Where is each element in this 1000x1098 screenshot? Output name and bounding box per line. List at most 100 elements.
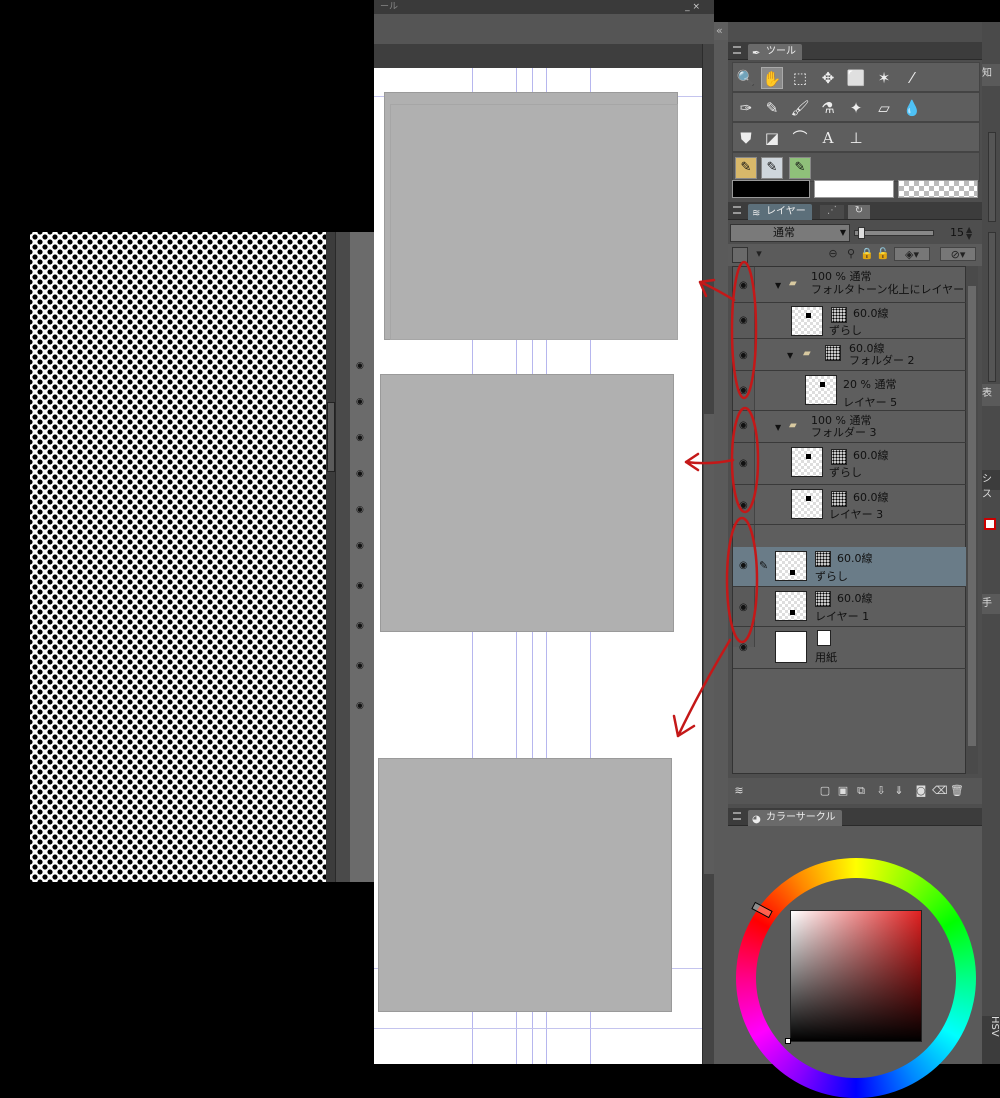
hsv-tab[interactable]: HSV bbox=[982, 1016, 1000, 1064]
layer-scrollbar[interactable] bbox=[966, 266, 978, 774]
ruler-toggle-icon[interactable]: ⊘▾ bbox=[940, 247, 976, 261]
layer-row-selected[interactable]: ◉ ✎ 60.0線 ずらし bbox=[733, 547, 967, 587]
new-raster-layer-icon[interactable]: ▢ bbox=[818, 784, 832, 798]
saturation-value-square[interactable] bbox=[790, 910, 922, 1042]
pen-tool-icon[interactable]: ✑ bbox=[735, 97, 757, 119]
opacity-value[interactable]: 15 bbox=[936, 224, 964, 242]
layer-row[interactable]: ◉ 20 % 通常 レイヤー 5 bbox=[733, 371, 967, 411]
secondary-scroll-thumb[interactable] bbox=[327, 402, 335, 472]
eye-icon[interactable]: ◉ bbox=[356, 702, 368, 711]
transparent-color-swatch[interactable] bbox=[898, 180, 978, 198]
zoom-tool-icon[interactable]: 🔍 bbox=[735, 67, 757, 89]
pencil-tool-icon[interactable]: ✎ bbox=[761, 97, 783, 119]
eye-icon[interactable]: ◉ bbox=[356, 542, 368, 551]
layer-row[interactable]: ◉ 60.0線 レイヤー 3 bbox=[733, 485, 967, 525]
chevron-down-icon[interactable]: ▾ bbox=[752, 247, 766, 261]
figure-tool-icon[interactable]: ⌒ bbox=[789, 127, 811, 149]
layer-row[interactable]: ◉ ▼ ▰ 100 % 通常 フォルタトーン化上にレイヤー bbox=[733, 267, 967, 303]
blend-mode-select[interactable]: 通常 ▼ bbox=[730, 224, 850, 242]
eye-icon[interactable]: ◉ bbox=[356, 662, 368, 671]
layer-row[interactable]: ◉ 60.0線 ずらし bbox=[733, 443, 967, 485]
window-controls[interactable]: _ × bbox=[685, 0, 700, 14]
eye-icon[interactable]: ◉ bbox=[739, 501, 751, 511]
transfer-down-icon[interactable]: ⇓ bbox=[892, 784, 906, 798]
layer-property-tab-icon[interactable]: ⋰ bbox=[820, 205, 844, 219]
panel-frame[interactable] bbox=[380, 374, 674, 632]
panel-frame[interactable] bbox=[378, 758, 672, 1012]
decoration-tool-icon[interactable]: ✦ bbox=[845, 97, 867, 119]
blend-tool-icon[interactable]: 💧 bbox=[901, 97, 923, 119]
clip-icon[interactable]: ⊖ bbox=[826, 247, 840, 261]
layer-row[interactable]: ◉ ▼ ▰ 100 % 通常 フォルダー 3 bbox=[733, 411, 967, 443]
expand-arrow-icon[interactable]: ▼ bbox=[787, 351, 793, 360]
dock-divider[interactable] bbox=[714, 22, 728, 1064]
delete-layer-icon[interactable]: 🗑 bbox=[950, 784, 964, 798]
opacity-knob[interactable] bbox=[858, 227, 865, 239]
subtool-pen-icon[interactable]: ✎ bbox=[735, 157, 757, 179]
brush-tool-icon[interactable]: 🖌 bbox=[789, 97, 811, 119]
merge-down-icon[interactable]: ⇩ bbox=[874, 784, 888, 798]
eye-icon[interactable]: ◉ bbox=[356, 622, 368, 631]
eraser-tool-icon[interactable]: ▱ bbox=[873, 97, 895, 119]
lock-icon[interactable]: 🔒 bbox=[860, 247, 874, 261]
layer-row[interactable]: ◉ 60.0線 レイヤー 1 bbox=[733, 587, 967, 627]
eye-icon[interactable]: ◉ bbox=[739, 316, 751, 326]
tab-color-circle[interactable]: ◕ カラーサークル bbox=[748, 810, 842, 826]
eye-icon[interactable]: ◉ bbox=[739, 561, 751, 571]
secondary-scrollbar[interactable] bbox=[326, 232, 336, 882]
eye-icon[interactable]: ◉ bbox=[739, 386, 751, 396]
new-folder-icon[interactable]: ⧉ bbox=[854, 784, 868, 798]
right-edge-slider[interactable] bbox=[988, 232, 996, 382]
layer-row[interactable]: ◉ 用紙 bbox=[733, 627, 967, 669]
right-edge-slider[interactable] bbox=[988, 132, 996, 222]
layers-icon[interactable]: ≋ bbox=[732, 784, 746, 798]
panel-menu-icon[interactable] bbox=[733, 206, 741, 214]
airbrush-tool-icon[interactable]: ⚗ bbox=[817, 97, 839, 119]
eye-icon[interactable]: ◉ bbox=[356, 434, 368, 443]
opacity-track[interactable] bbox=[854, 230, 934, 236]
magic-wand-icon[interactable]: ✶ bbox=[873, 67, 895, 89]
eye-icon[interactable]: ◉ bbox=[356, 398, 368, 407]
expand-arrow-icon[interactable]: ▼ bbox=[775, 423, 781, 432]
text-tool-icon[interactable]: A bbox=[817, 127, 839, 149]
balloon-tool-icon[interactable]: ⊥ bbox=[845, 127, 867, 149]
layer-row[interactable]: ◉ 60.0線 ずらし bbox=[733, 303, 967, 339]
eye-icon[interactable]: ◉ bbox=[739, 643, 751, 653]
panel-menu-icon[interactable] bbox=[733, 46, 741, 54]
eye-icon[interactable]: ◉ bbox=[739, 351, 751, 361]
layer-search-tab-icon[interactable]: ↻ bbox=[848, 205, 870, 219]
hand-tool-icon[interactable]: ✋ bbox=[761, 67, 783, 89]
opacity-stepper[interactable]: ▲ ▼ bbox=[966, 226, 972, 241]
main-color-swatch[interactable] bbox=[732, 180, 810, 198]
selection-tool-icon[interactable]: ⬜ bbox=[845, 67, 867, 89]
gradient-tool-icon[interactable]: ◪ bbox=[761, 127, 783, 149]
panel-menu-icon[interactable] bbox=[733, 812, 741, 820]
canvas-scroll-thumb[interactable] bbox=[704, 414, 714, 874]
new-vector-layer-icon[interactable]: ▣ bbox=[836, 784, 850, 798]
layer-scroll-thumb[interactable] bbox=[968, 286, 976, 746]
tab-tool[interactable]: ✒ ツール bbox=[748, 44, 802, 60]
panel-frame-offset[interactable] bbox=[390, 104, 678, 340]
eye-icon[interactable]: ◉ bbox=[739, 459, 751, 469]
mask-icon[interactable]: ◙ bbox=[914, 784, 928, 798]
eyedropper-icon[interactable]: ⁄ bbox=[901, 67, 923, 89]
eye-icon[interactable]: ◉ bbox=[739, 281, 751, 291]
collapse-left-icon[interactable]: « bbox=[716, 22, 723, 40]
eye-icon[interactable]: ◉ bbox=[356, 582, 368, 591]
subtool-pencil-icon[interactable]: ✎ bbox=[761, 157, 783, 179]
subtool-brush-icon[interactable]: ✎ bbox=[789, 157, 811, 179]
clear-icon[interactable]: ⌫ bbox=[932, 784, 948, 798]
mask-toggle-icon[interactable]: ◈▾ bbox=[894, 247, 930, 261]
layer-row[interactable]: ◉ ▼ ▰ 60.0線 フォルダー 2 bbox=[733, 339, 967, 371]
expand-arrow-icon[interactable]: ▼ bbox=[775, 281, 781, 290]
layer-color-box[interactable] bbox=[732, 247, 748, 263]
eye-icon[interactable]: ◉ bbox=[739, 421, 751, 431]
move-tool-icon[interactable]: ✥ bbox=[817, 67, 839, 89]
tab-layer[interactable]: ≋ レイヤー bbox=[748, 204, 812, 220]
color-swatch-icon[interactable] bbox=[984, 518, 996, 530]
lock-transparent-icon[interactable]: 🔓 bbox=[876, 247, 890, 261]
eye-icon[interactable]: ◉ bbox=[739, 603, 751, 613]
eye-icon[interactable]: ◉ bbox=[356, 506, 368, 515]
fill-tool-icon[interactable]: ⛊ bbox=[735, 127, 757, 149]
eye-icon[interactable]: ◉ bbox=[356, 362, 368, 371]
